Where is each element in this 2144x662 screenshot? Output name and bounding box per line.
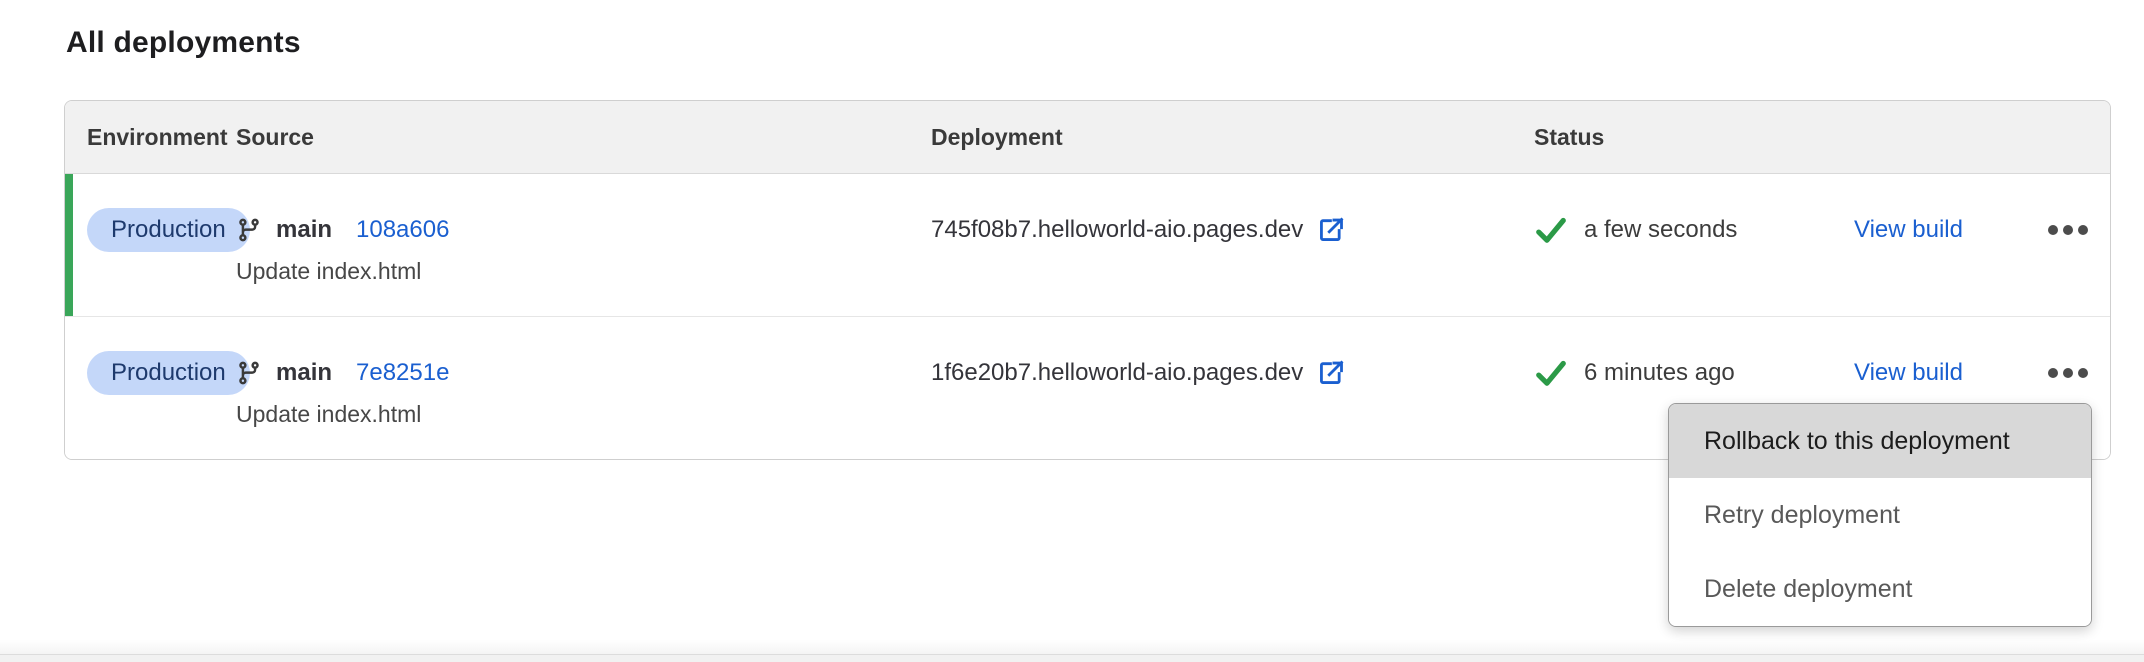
git-branch-icon xyxy=(236,217,262,243)
column-header-environment: Environment xyxy=(87,124,236,151)
status-time: 6 minutes ago xyxy=(1584,359,1735,387)
external-link-icon[interactable] xyxy=(1317,216,1345,244)
check-icon xyxy=(1534,358,1568,388)
deployment-cell: 1f6e20b7.helloworld-aio.pages.dev xyxy=(931,317,1534,459)
commit-hash-link[interactable]: 108a606 xyxy=(356,216,449,244)
check-icon xyxy=(1534,215,1568,245)
source-cell: main 7e8251e Update index.html xyxy=(236,317,931,459)
table-row: Production main 108a606 Update index.htm… xyxy=(65,174,2110,317)
deployment-context-menu: Rollback to this deployment Retry deploy… xyxy=(1668,403,2092,627)
overflow-menu-icon[interactable] xyxy=(2042,354,2094,392)
environment-cell: Production xyxy=(87,174,236,316)
branch-name: main xyxy=(276,359,332,387)
view-build-link[interactable]: View build xyxy=(1854,216,1963,244)
column-header-status: Status xyxy=(1534,124,1854,151)
deployment-cell: 745f08b7.helloworld-aio.pages.dev xyxy=(931,174,1534,316)
source-cell: main 108a606 Update index.html xyxy=(236,174,931,316)
table-header-row: Environment Source Deployment Status xyxy=(65,101,2110,174)
section-divider xyxy=(0,654,2144,662)
view-build-cell: View build xyxy=(1854,174,2042,316)
deployments-page: All deployments Environment Source Deplo… xyxy=(0,0,2144,662)
section-divider-fade xyxy=(0,640,2144,654)
column-header-source: Source xyxy=(236,124,931,151)
external-link-icon[interactable] xyxy=(1317,359,1345,387)
commit-hash-link[interactable]: 7e8251e xyxy=(356,359,449,387)
menu-item-rollback[interactable]: Rollback to this deployment xyxy=(1669,404,2091,478)
menu-item-delete[interactable]: Delete deployment xyxy=(1669,552,2091,626)
commit-message: Update index.html xyxy=(236,258,931,285)
row-actions-cell xyxy=(2042,174,2110,316)
deployment-url: 745f08b7.helloworld-aio.pages.dev xyxy=(931,216,1303,244)
commit-message: Update index.html xyxy=(236,401,931,428)
overflow-menu-icon[interactable] xyxy=(2042,211,2094,249)
status-time: a few seconds xyxy=(1584,216,1737,244)
environment-badge: Production xyxy=(87,351,250,395)
view-build-link[interactable]: View build xyxy=(1854,359,1963,387)
git-branch-icon xyxy=(236,360,262,386)
menu-item-retry[interactable]: Retry deployment xyxy=(1669,478,2091,552)
environment-cell: Production xyxy=(87,317,236,459)
page-title: All deployments xyxy=(66,26,301,60)
status-cell: a few seconds xyxy=(1534,174,1854,316)
column-header-deployment: Deployment xyxy=(931,124,1534,151)
branch-name: main xyxy=(276,216,332,244)
deployment-url: 1f6e20b7.helloworld-aio.pages.dev xyxy=(931,359,1303,387)
environment-badge: Production xyxy=(87,208,250,252)
